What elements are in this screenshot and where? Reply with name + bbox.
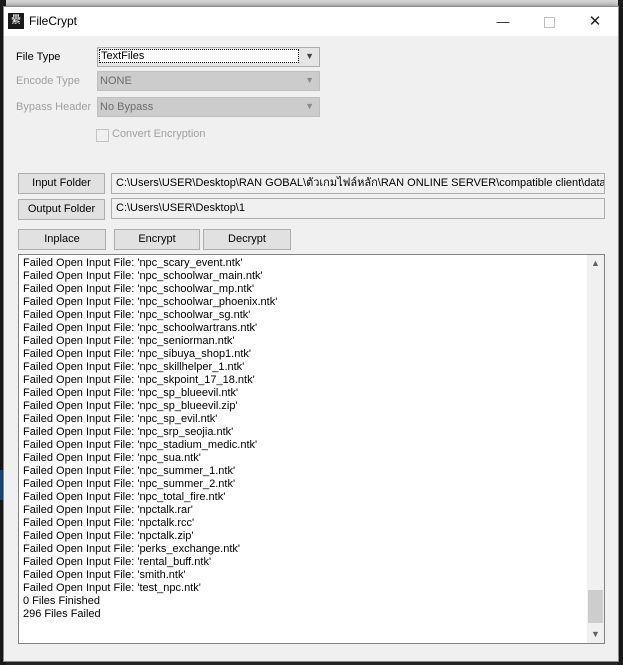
log-line: Failed Open Input File: 'npc_seniorman.n…	[23, 335, 235, 347]
log-line: Failed Open Input File: 'npc_sibuya_shop…	[23, 348, 252, 360]
log-line: Failed Open Input File: 'npc_schoolwar_s…	[23, 309, 251, 321]
log-line: Failed Open Input File: 'npc_sp_blueevil…	[23, 387, 239, 399]
output-folder-path[interactable]: C:\Users\USER\Desktop\1	[111, 198, 605, 219]
maximize-icon	[543, 17, 555, 29]
file-type-dropdown[interactable]: TextFiles ▼	[97, 47, 320, 67]
scroll-up-icon[interactable]: ▲	[587, 255, 604, 272]
encrypt-button[interactable]: Encrypt	[114, 229, 200, 250]
convert-encryption-label: Convert Encryption	[112, 128, 206, 140]
chevron-down-icon: ▼	[305, 75, 314, 85]
log-line: Failed Open Input File: 'npc_sp_blueevil…	[23, 400, 238, 412]
log-line: Failed Open Input File: 'perks_exchange.…	[23, 543, 240, 555]
decrypt-button[interactable]: Decrypt	[203, 229, 291, 250]
app-icon: 纍	[8, 13, 24, 29]
file-type-label: File Type	[16, 51, 61, 63]
log-line: Failed Open Input File: 'npc_schoolwar_p…	[23, 296, 278, 308]
chevron-down-icon: ▼	[305, 51, 314, 61]
log-line: Failed Open Input File: 'npc_schoolwartr…	[23, 322, 258, 334]
log-line: Failed Open Input File: 'npc_srp_seojia.…	[23, 426, 234, 438]
maximize-button[interactable]	[526, 7, 572, 36]
close-button[interactable]: ✕	[572, 7, 618, 36]
log-line: Failed Open Input File: 'npc_stadium_med…	[23, 439, 258, 451]
log-line: 296 Files Failed	[23, 608, 101, 620]
log-line: Failed Open Input File: 'npctalk.rcc'	[23, 517, 195, 529]
log-lines: Failed Open Input File: 'npc_scary_event…	[23, 257, 585, 621]
log-line: Failed Open Input File: 'npc_sua.ntk'	[23, 452, 201, 464]
encode-type-value: NONE	[100, 75, 132, 87]
log-line: Failed Open Input File: 'npctalk.rar'	[23, 504, 193, 516]
bypass-header-label: Bypass Header	[16, 101, 92, 113]
file-type-value: TextFiles	[99, 49, 299, 63]
scroll-down-icon[interactable]: ▼	[587, 626, 604, 643]
input-folder-button[interactable]: Input Folder	[18, 173, 105, 194]
log-line: Failed Open Input File: 'smith.ntk'	[23, 569, 186, 581]
minimize-button[interactable]: —	[480, 7, 526, 36]
log-line: Failed Open Input File: 'test_npc.ntk'	[23, 582, 201, 594]
log-output[interactable]: Failed Open Input File: 'npc_scary_event…	[18, 254, 605, 644]
log-line: Failed Open Input File: 'npc_skpoint_17_…	[23, 374, 255, 386]
chevron-down-icon: ▼	[305, 101, 314, 111]
log-line: Failed Open Input File: 'npc_sp_evil.ntk…	[23, 413, 218, 425]
title-bar[interactable]: 纍 FileCrypt — ✕	[4, 7, 618, 36]
log-line: Failed Open Input File: 'npc_total_fire.…	[23, 491, 226, 503]
log-line: Failed Open Input File: 'rental_buff.ntk…	[23, 556, 212, 568]
encode-type-label: Encode Type	[16, 75, 81, 87]
log-line: Failed Open Input File: 'npc_summer_2.nt…	[23, 478, 236, 490]
log-line: Failed Open Input File: 'npctalk.zip'	[23, 530, 194, 542]
filecrypt-window: 纍 FileCrypt — ✕ File Type TextFiles ▼ En…	[3, 6, 619, 662]
input-folder-path[interactable]: C:\Users\USER\Desktop\RAN GOBAL\ตัวเกมไฟ…	[111, 173, 605, 194]
log-line: Failed Open Input File: 'npc_scary_event…	[23, 257, 243, 269]
log-line: 0 Files Finished	[23, 595, 101, 607]
log-line: Failed Open Input File: 'npc_skillhelper…	[23, 361, 245, 373]
log-scrollbar[interactable]: ▲ ▼	[587, 255, 604, 643]
log-line: Failed Open Input File: 'npc_summer_1.nt…	[23, 465, 236, 477]
window-title: FileCrypt	[29, 14, 78, 28]
bypass-header-value: No Bypass	[100, 101, 154, 113]
bypass-header-dropdown[interactable]: No Bypass ▼	[97, 97, 320, 117]
log-line: Failed Open Input File: 'npc_schoolwar_m…	[23, 270, 263, 282]
output-folder-button[interactable]: Output Folder	[18, 199, 105, 220]
scroll-thumb[interactable]	[588, 590, 603, 623]
checkbox-icon	[96, 129, 109, 142]
encode-type-dropdown[interactable]: NONE ▼	[97, 71, 320, 91]
log-line: Failed Open Input File: 'npc_schoolwar_m…	[23, 283, 255, 295]
inplace-button[interactable]: Inplace	[18, 229, 106, 250]
